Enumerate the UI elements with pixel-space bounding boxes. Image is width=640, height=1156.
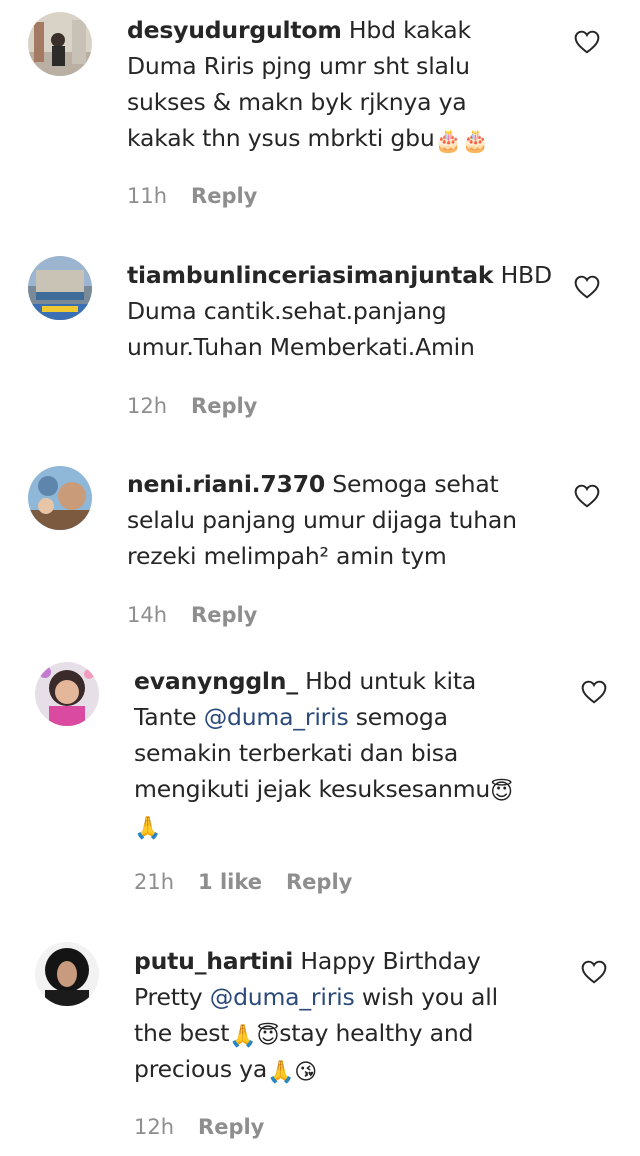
comment-timestamp[interactable]: 12h xyxy=(127,394,167,418)
comment-username[interactable]: evanynggln_ xyxy=(134,667,298,695)
comment-text-segment: mengikuti jejak kesuksesanmu xyxy=(134,775,491,803)
comment-timestamp[interactable]: 11h xyxy=(127,184,167,208)
halo-smile-emoji: 😇 xyxy=(256,1024,280,1049)
avatar[interactable] xyxy=(28,256,92,320)
comment-text-segment: the best xyxy=(134,1019,230,1047)
comment-text-segment: precious ya xyxy=(134,1055,268,1083)
comment-text-segment: wish you all xyxy=(354,983,498,1011)
comment-text-segment: umur.Tuhan Memberkati.Amin xyxy=(127,333,475,361)
comment-text-segment: semoga xyxy=(348,703,448,731)
halo-smile-emoji: 😇 xyxy=(490,780,513,805)
comment-username[interactable]: neni.riani.7370 xyxy=(127,470,325,498)
comment-line: rezeki melimpah² amin tym xyxy=(127,538,567,574)
avatar[interactable] xyxy=(35,662,99,726)
comment-text-segment: Duma cantik.sehat.panjang xyxy=(127,297,447,325)
comment-timestamp[interactable]: 21h xyxy=(134,870,174,894)
comment-line: 🙏 xyxy=(134,807,574,843)
comment-text-segment: Semoga sehat xyxy=(332,470,499,498)
comment-line: Duma cantik.sehat.panjang xyxy=(127,293,567,329)
heart-outline-icon[interactable] xyxy=(574,275,600,299)
heart-outline-icon[interactable] xyxy=(574,30,600,54)
cake-emoji: 🎂 xyxy=(434,129,462,154)
comment-line: umur.Tuhan Memberkati.Amin xyxy=(127,329,567,365)
comment-line: mengikuti jejak kesuksesanmu😇 xyxy=(134,771,574,807)
comment-text-segment: sukses & makn byk rjknya ya xyxy=(127,88,467,116)
cake-emoji: 🎂 xyxy=(461,129,489,154)
reply-button[interactable]: Reply xyxy=(198,1115,264,1139)
heart-outline-icon[interactable] xyxy=(581,960,607,984)
comment-meta: 14h Reply xyxy=(127,603,257,627)
folded-hands-emoji: 🙏 xyxy=(134,816,162,841)
comment-line: Pretty @duma_riris wish you all xyxy=(134,979,574,1015)
comment-username[interactable]: desyudurgultom xyxy=(127,16,342,44)
comment-text: desyudurgultom Hbd kakak Duma Riris pjng… xyxy=(127,12,567,156)
comment-line: desyudurgultom Hbd kakak xyxy=(127,12,567,48)
comment-text: putu_hartini Happy Birthday Pretty @duma… xyxy=(134,943,574,1087)
comment-line: sukses & makn byk rjknya ya xyxy=(127,84,567,120)
kiss-emoji: 😘 xyxy=(294,1060,318,1085)
comment-line: neni.riani.7370 Semoga sehat xyxy=(127,466,567,502)
like-count[interactable]: 1 like xyxy=(198,870,262,894)
comment-timestamp[interactable]: 14h xyxy=(127,603,167,627)
comment-username[interactable]: putu_hartini xyxy=(134,947,293,975)
comment-text-segment: rezeki melimpah² amin tym xyxy=(127,542,447,570)
comment-text-segment: semakin terberkati dan bisa xyxy=(134,739,459,767)
comment-text-segment: Hbd untuk kita xyxy=(305,667,477,695)
comment-meta: 21h 1 like Reply xyxy=(134,870,352,894)
comment-line: tiambunlinceriasimanjuntak HBD xyxy=(127,257,567,293)
reply-button[interactable]: Reply xyxy=(191,184,257,208)
comment-text-segment: Tante xyxy=(134,703,204,731)
comment-line: semakin terberkati dan bisa xyxy=(134,735,574,771)
comment-text-segment: Happy Birthday xyxy=(300,947,481,975)
avatar[interactable] xyxy=(28,12,92,76)
heart-outline-icon[interactable] xyxy=(581,680,607,704)
comment-meta: 11h Reply xyxy=(127,184,257,208)
comment-text-segment: Duma Riris pjng umr sht slalu xyxy=(127,52,470,80)
comment-text-segment: Pretty xyxy=(134,983,210,1011)
reply-button[interactable]: Reply xyxy=(191,394,257,418)
comment-line: Duma Riris pjng umr sht slalu xyxy=(127,48,567,84)
mention-link[interactable]: @duma_riris xyxy=(204,703,349,731)
comment-text-segment: HBD xyxy=(500,261,552,289)
comment-line: Tante @duma_riris semoga xyxy=(134,699,574,735)
comment-line: kakak thn ysus mbrkti gbu🎂🎂 xyxy=(127,120,567,156)
reply-button[interactable]: Reply xyxy=(286,870,352,894)
comment-text: tiambunlinceriasimanjuntak HBD Duma cant… xyxy=(127,257,567,365)
comment-text-segment: selalu panjang umur dijaga tuhan xyxy=(127,506,517,534)
comment-line: putu_hartini Happy Birthday xyxy=(134,943,574,979)
comment-text-segment: Hbd kakak xyxy=(348,16,471,44)
avatar[interactable] xyxy=(35,942,99,1006)
comment-text: evanynggln_ Hbd untuk kita Tante @duma_r… xyxy=(134,663,574,843)
folded-hands-emoji: 🙏 xyxy=(229,1024,257,1049)
comment-text-segment: stay healthy and xyxy=(279,1019,474,1047)
reply-button[interactable]: Reply xyxy=(191,603,257,627)
folded-hands-emoji: 🙏 xyxy=(267,1060,295,1085)
comment-meta: 12h Reply xyxy=(127,394,257,418)
comment-line: the best🙏😇stay healthy and xyxy=(134,1015,574,1051)
mention-link[interactable]: @duma_riris xyxy=(210,983,355,1011)
comment-line: evanynggln_ Hbd untuk kita xyxy=(134,663,574,699)
comment-line: selalu panjang umur dijaga tuhan xyxy=(127,502,567,538)
comment-timestamp[interactable]: 12h xyxy=(134,1115,174,1139)
comment-text-segment: kakak thn ysus mbrkti gbu xyxy=(127,124,435,152)
avatar[interactable] xyxy=(28,466,92,530)
comment-meta: 12h Reply xyxy=(134,1115,264,1139)
heart-outline-icon[interactable] xyxy=(574,484,600,508)
comment-line: precious ya🙏😘 xyxy=(134,1051,574,1087)
comment-text: neni.riani.7370 Semoga sehat selalu panj… xyxy=(127,466,567,574)
comment-username[interactable]: tiambunlinceriasimanjuntak xyxy=(127,261,493,289)
